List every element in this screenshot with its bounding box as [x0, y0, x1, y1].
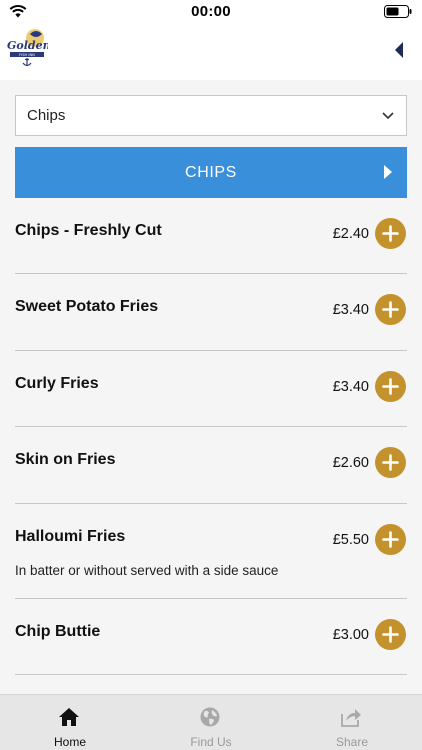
- chevron-right-icon: [384, 165, 392, 179]
- tab-home-label: Home: [53, 735, 86, 749]
- tab-find-us-label: Find Us: [190, 735, 232, 749]
- add-to-order-button[interactable]: [375, 619, 406, 650]
- item-price: £5.50: [332, 532, 369, 548]
- category-dropdown-value: Chips: [27, 107, 66, 124]
- golden-fish-inn-logo: Golden FISH INN: [7, 29, 48, 67]
- menu-item[interactable]: Halloumi Fries In batter or without serv…: [15, 504, 407, 599]
- menu-item[interactable]: Chips - Freshly Cut £2.40: [15, 198, 407, 274]
- tab-bar: Home Find Us Share: [0, 694, 422, 750]
- category-banner[interactable]: CHIPS: [15, 147, 407, 198]
- wifi-icon: [9, 5, 27, 18]
- item-price: £3.40: [332, 379, 369, 395]
- menu-item[interactable]: Curly Fries £3.40: [15, 351, 407, 427]
- menu-item[interactable]: Chip Buttie £3.00: [15, 599, 407, 675]
- home-icon: [59, 708, 79, 726]
- item-name: Sweet Potato Fries: [15, 298, 159, 315]
- add-to-order-button[interactable]: [375, 294, 406, 325]
- status-bar: 00:00: [0, 0, 422, 22]
- plus-icon: [382, 301, 399, 318]
- category-banner-title: CHIPS: [185, 163, 237, 181]
- back-arrow-icon[interactable]: [392, 40, 408, 60]
- svg-text:Golden: Golden: [7, 39, 48, 52]
- item-price: £3.40: [332, 302, 369, 318]
- menu-item[interactable]: Sweet Potato Fries £3.40: [15, 274, 407, 351]
- item-name: Chips - Freshly Cut: [15, 222, 162, 239]
- item-name: Skin on Fries: [15, 451, 116, 468]
- category-dropdown[interactable]: Chips: [15, 95, 407, 136]
- item-price: £2.40: [332, 226, 369, 242]
- tab-home[interactable]: Home: [0, 695, 140, 750]
- menu-list: Chips - Freshly Cut £2.40 Sweet Potato F…: [0, 198, 422, 675]
- item-price: £3.00: [332, 627, 369, 643]
- add-to-order-button[interactable]: [375, 371, 406, 402]
- tab-share-label: Share: [335, 735, 369, 749]
- menu-item[interactable]: Skin on Fries £2.60: [15, 427, 407, 504]
- plus-icon: [382, 225, 399, 242]
- battery-icon: [384, 5, 412, 18]
- plus-icon: [382, 626, 399, 643]
- tab-find-us[interactable]: Find Us: [141, 695, 281, 750]
- add-to-order-button[interactable]: [375, 447, 406, 478]
- plus-icon: [382, 378, 399, 395]
- add-to-order-button[interactable]: [375, 524, 406, 555]
- item-name: Curly Fries: [15, 375, 99, 392]
- svg-text:FISH INN: FISH INN: [19, 53, 35, 57]
- item-name: Halloumi Fries: [15, 528, 126, 545]
- share-icon: [341, 709, 361, 727]
- plus-icon: [382, 531, 399, 548]
- plus-icon: [382, 454, 399, 471]
- item-name: Chip Buttie: [15, 623, 101, 640]
- status-time: 00:00: [191, 2, 231, 20]
- item-description: In batter or without served with a side …: [15, 563, 279, 578]
- globe-icon: [200, 707, 220, 727]
- chevron-down-icon: [382, 112, 394, 120]
- item-price: £2.60: [332, 455, 369, 471]
- add-to-order-button[interactable]: [375, 218, 406, 249]
- app-header: Golden FISH INN: [0, 22, 422, 80]
- tab-share[interactable]: Share: [282, 695, 422, 750]
